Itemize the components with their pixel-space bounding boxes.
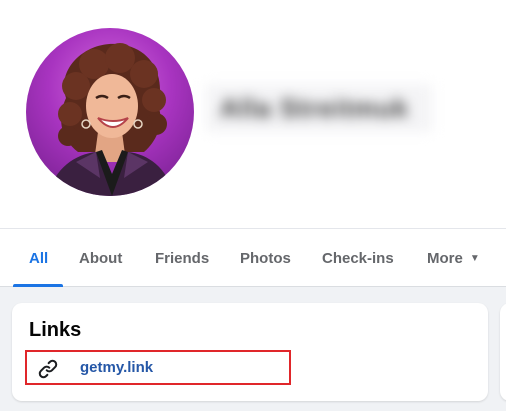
tab-friends[interactable]: Friends <box>155 229 209 287</box>
profile-header: Alla Streitmuk <box>0 0 506 228</box>
caret-down-icon: ▼ <box>469 252 480 264</box>
link-url[interactable]: getmy.link <box>80 359 153 376</box>
tab-check-ins[interactable]: Check-ins <box>322 229 394 287</box>
tab-about[interactable]: About <box>79 229 122 287</box>
next-card-edge <box>500 303 506 401</box>
links-section-title: Links <box>29 319 82 341</box>
profile-tabs: All About Friends Photos Check-ins More … <box>0 228 506 287</box>
link-item-highlight[interactable]: getmy.link <box>25 350 291 385</box>
profile-name: Alla Streitmuk <box>206 84 432 132</box>
tab-all[interactable]: All <box>29 229 48 287</box>
links-card: Links getmy.link <box>12 303 488 401</box>
link-icon <box>37 358 59 380</box>
tab-more-label: More <box>427 249 463 267</box>
active-tab-indicator <box>13 284 63 287</box>
tab-photos[interactable]: Photos <box>240 229 291 287</box>
avatar-illustration <box>48 43 174 196</box>
tab-more[interactable]: More ▼ <box>427 229 480 287</box>
profile-avatar[interactable] <box>26 28 194 196</box>
